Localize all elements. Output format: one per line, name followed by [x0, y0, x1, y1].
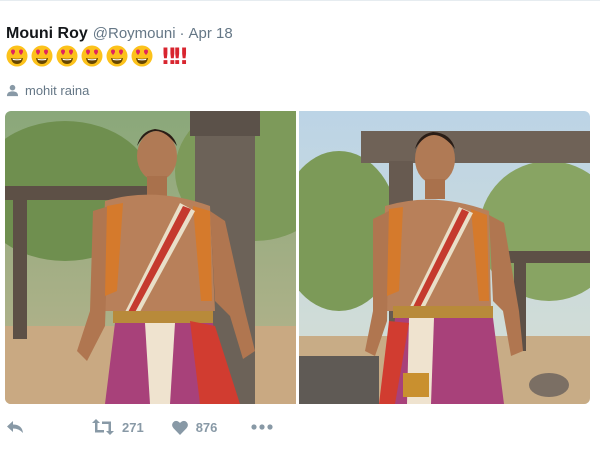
media-photo-2[interactable] — [299, 111, 590, 404]
heart-eyes-emoji — [31, 45, 53, 66]
like-count: 876 — [195, 419, 218, 435]
more-button[interactable] — [251, 424, 274, 430]
heart-eyes-emoji — [81, 45, 103, 66]
like-button[interactable]: 876 — [171, 419, 218, 435]
author-handle[interactable]: @Roymouni — [93, 25, 176, 42]
media-photo-1[interactable] — [5, 111, 296, 404]
heart-eyes-emoji — [131, 45, 153, 66]
tweet-card: Mouni Roy @Roymouni · Apr 18 ‼‼ mohit ra… — [0, 0, 600, 450]
tweet-date[interactable]: Apr 18 — [189, 25, 233, 42]
reply-icon — [7, 421, 23, 433]
retweet-count: 271 — [122, 419, 144, 435]
tweet-media — [5, 111, 590, 404]
retweet-icon — [92, 419, 114, 435]
tagged-people[interactable]: mohit raina — [6, 81, 89, 99]
heart-eyes-emoji — [106, 45, 128, 66]
actor-photo-left — [5, 111, 296, 404]
more-icon — [251, 424, 274, 430]
heart-icon — [171, 420, 188, 435]
emoji-row — [6, 45, 156, 72]
header-separator: · — [179, 25, 185, 42]
retweet-button[interactable]: 271 — [92, 419, 144, 435]
tweet-actions: 271 876 — [6, 415, 274, 439]
person-icon — [6, 84, 19, 96]
tagged-person-name: mohit raina — [25, 82, 90, 98]
tweet-text: ‼‼ — [6, 45, 188, 72]
heart-eyes-emoji — [6, 45, 28, 66]
reply-button[interactable] — [6, 420, 24, 434]
author-name[interactable]: Mouni Roy — [6, 25, 88, 43]
actor-photo-right — [299, 111, 590, 404]
heart-eyes-emoji — [56, 45, 78, 66]
double-exclamation-emoji: ‼‼ — [162, 45, 188, 70]
